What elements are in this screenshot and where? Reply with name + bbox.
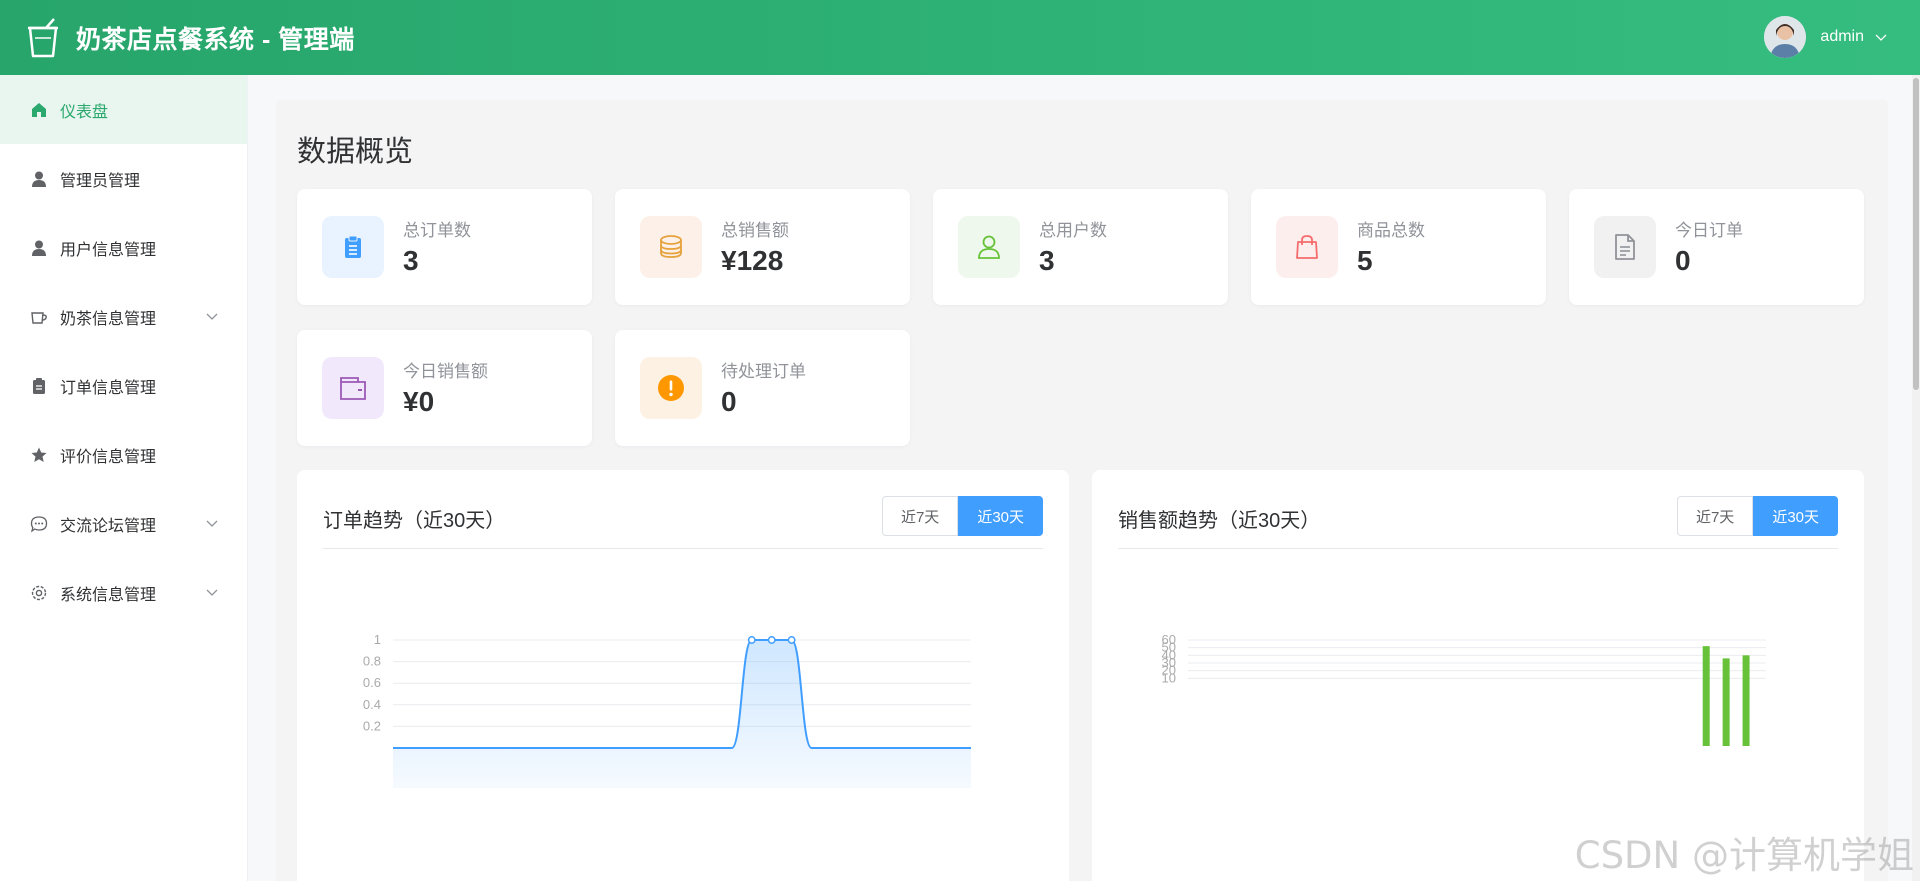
stat-value: 3 [403,245,419,276]
chevron-down-icon [206,520,218,527]
stat-label: 总销售额 [721,221,789,240]
y-tick-label: 60 [1162,632,1176,647]
avatar[interactable] [1764,16,1807,58]
sidebar: 仪表盘 管理员管理 用户信息管理 奶茶信息管理 订单信息管理 评价信息管理 交流… [0,75,248,881]
stat-card-total-users: 总用户数 3 [933,189,1228,305]
sidebar-item-label: 系统信息管理 [60,586,157,604]
home-icon [30,101,48,119]
shopping-bag-icon [1276,216,1338,278]
series-area [393,640,971,788]
scrollbar-thumb[interactable] [1913,78,1919,390]
sidebar-item-label: 用户信息管理 [60,241,157,259]
stat-value: ¥128 [721,245,784,276]
sidebar-item-label: 管理员管理 [60,172,141,190]
data-point [787,636,796,644]
y-tick-label: 0.8 [363,654,381,669]
stat-card-total-products: 商品总数 5 [1251,189,1546,305]
user-icon [958,216,1020,278]
bar [1702,646,1710,746]
order-trend-chart-card: 订单趋势（近30天） 近7天 近30天 0.2 0.4 0.6 0.8 1 [297,470,1069,881]
page-title: 数据概览 [297,136,414,168]
stat-card-today-orders: 今日订单 0 [1569,189,1864,305]
watermark: CSDN @计算机学姐 [1574,834,1914,877]
stat-label: 待处理订单 [721,362,806,381]
stat-value: 0 [1675,245,1691,276]
sidebar-item-label: 交流论坛管理 [60,517,157,535]
top-header: 奶茶店点餐系统 - 管理端 admin [0,0,1920,75]
star-icon [30,446,48,464]
wallet-icon [322,357,384,419]
stat-card-total-sales: 总销售额 ¥128 [615,189,910,305]
stat-label: 商品总数 [1357,221,1425,240]
series-line [393,639,971,749]
sidebar-item-admin[interactable]: 管理员管理 [0,144,247,213]
cup-icon [30,308,48,326]
chat-icon [30,515,48,533]
clipboard-icon [322,216,384,278]
cup-icon [28,18,58,58]
y-tick-label: 0.2 [363,718,381,733]
y-tick-label: 0.6 [363,675,381,690]
chevron-down-icon [206,313,218,320]
sidebar-item-label: 订单信息管理 [60,379,157,397]
stat-card-total-orders: 总订单数 3 [297,189,592,305]
user-name[interactable]: admin [1820,28,1864,46]
stat-value: 3 [1039,245,1055,276]
stat-label: 总用户数 [1039,221,1107,240]
bar [1742,655,1750,746]
stat-value: 5 [1357,245,1373,276]
clipboard-icon [30,377,48,395]
stat-card-pending-orders: 待处理订单 0 [615,330,910,446]
sidebar-item-system[interactable]: 系统信息管理 [0,558,247,627]
user-icon [30,239,48,257]
sales-trend-chart-card: 销售额趋势（近30天） 近7天 近30天 10 20 30 40 50 60 [1092,470,1864,881]
gear-icon [30,584,48,602]
order-trend-chart: 0.2 0.4 0.6 0.8 1 [363,632,971,788]
sidebar-item-dashboard[interactable]: 仪表盘 [0,75,247,144]
y-tick-label: 1 [374,632,381,647]
sidebar-item-label: 仪表盘 [60,103,109,121]
sidebar-item-reviews[interactable]: 评价信息管理 [0,420,247,489]
chevron-down-icon[interactable] [1874,30,1888,44]
chevron-down-icon [206,589,218,596]
sidebar-item-forum[interactable]: 交流论坛管理 [0,489,247,558]
sidebar-item-users[interactable]: 用户信息管理 [0,213,247,282]
stat-card-today-sales: 今日销售额 ¥0 [297,330,592,446]
user-menu[interactable]: admin [1764,16,1888,58]
user-icon [30,170,48,188]
stat-label: 总订单数 [403,221,471,240]
sidebar-item-label: 评价信息管理 [60,448,157,466]
sales-trend-chart: 102030405060 [1162,632,1766,746]
sidebar-item-milk-tea[interactable]: 奶茶信息管理 [0,282,247,351]
sidebar-item-orders[interactable]: 订单信息管理 [0,351,247,420]
document-icon [1594,216,1656,278]
data-point [767,636,776,644]
stat-value: 0 [721,386,737,417]
data-point [747,636,756,644]
bar [1722,658,1730,746]
warning-icon [640,357,702,419]
stat-label: 今日订单 [1675,221,1743,240]
coins-icon [640,216,702,278]
sidebar-item-label: 奶茶信息管理 [60,310,157,328]
app-title: 奶茶店点餐系统 - 管理端 [76,26,355,54]
stat-label: 今日销售额 [403,362,488,381]
stat-value: ¥0 [403,386,435,417]
y-tick-label: 0.4 [363,697,381,712]
